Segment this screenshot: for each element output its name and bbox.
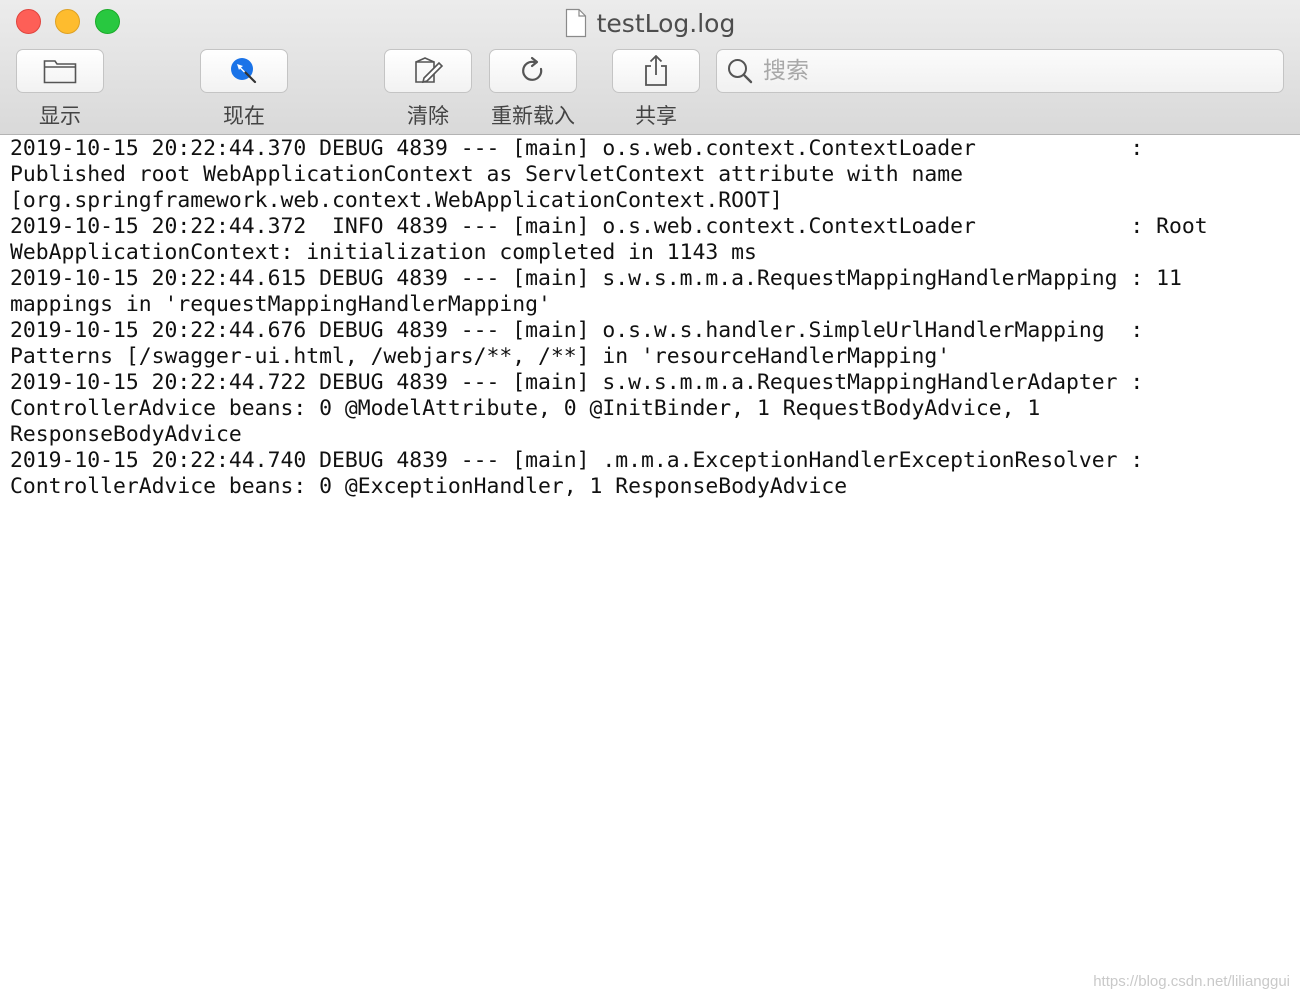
clear-label: 清除 (407, 104, 449, 128)
log-line: 2019-10-15 20:22:44.370 DEBUG 4839 --- [… (10, 136, 1144, 161)
search-input[interactable] (761, 57, 1245, 85)
share-button[interactable] (612, 49, 700, 93)
toolbar-clear: 清除 (384, 49, 472, 128)
window-title: testLog.log (596, 8, 736, 38)
toolbar-show: 显示 (16, 49, 104, 128)
titlebar: testLog.log 显示 现在 清除 重新载入 共享 搜索 (0, 0, 1300, 135)
toolbar-share: 共享 (612, 49, 700, 128)
now-button[interactable] (200, 49, 288, 93)
window-title-area: testLog.log (0, 6, 1300, 40)
reload-icon (522, 56, 543, 81)
log-line: 2019-10-15 20:22:44.676 DEBUG 4839 --- [… (10, 318, 1144, 343)
log-line: Patterns [/swagger-ui.html, /webjars/**,… (10, 344, 951, 369)
log-line: 2019-10-15 20:22:44.615 DEBUG 4839 --- [… (10, 266, 1182, 291)
share-label: 共享 (635, 104, 677, 128)
cursor-arrow-icon (231, 58, 257, 84)
reload-label: 重新载入 (491, 104, 575, 128)
log-line: ControllerAdvice beans: 0 @ModelAttribut… (10, 396, 1041, 421)
document-icon (565, 8, 586, 38)
clear-button[interactable] (384, 49, 472, 93)
log-line: 2019-10-15 20:22:44.372 INFO 4839 --- [m… (10, 214, 1208, 239)
search-field[interactable] (716, 49, 1284, 93)
show-button[interactable] (16, 49, 104, 93)
search-icon (728, 59, 753, 84)
log-line: WebApplicationContext: initialization co… (10, 240, 757, 265)
log-line: ResponseBodyAdvice (10, 422, 242, 447)
log-line: 2019-10-15 20:22:44.740 DEBUG 4839 --- [… (10, 448, 1144, 473)
watermark-text: https://blog.csdn.net/lilianggui (1093, 973, 1290, 990)
log-line: ControllerAdvice beans: 0 @ExceptionHand… (10, 474, 848, 499)
share-icon (645, 55, 667, 86)
toolbar-reload: 重新载入 (489, 49, 577, 128)
log-line: Published root WebApplicationContext as … (10, 162, 963, 187)
toolbar-now: 现在 (200, 49, 288, 128)
log-line: 2019-10-15 20:22:44.722 DEBUG 4839 --- [… (10, 370, 1144, 395)
log-line: mappings in 'requestMappingHandlerMappin… (10, 292, 551, 317)
console-window: testLog.log 显示 现在 清除 重新载入 共享 搜索 2019-10-… (0, 0, 1300, 1000)
now-label: 现在 (223, 104, 265, 128)
clear-icon (415, 57, 444, 84)
folder-icon (43, 60, 77, 84)
log-line: [org.springframework.web.context.WebAppl… (10, 188, 783, 213)
log-content[interactable]: 2019-10-15 20:22:44.370 DEBUG 4839 --- [… (10, 136, 1290, 996)
reload-button[interactable] (489, 49, 577, 93)
show-label: 显示 (39, 104, 81, 128)
